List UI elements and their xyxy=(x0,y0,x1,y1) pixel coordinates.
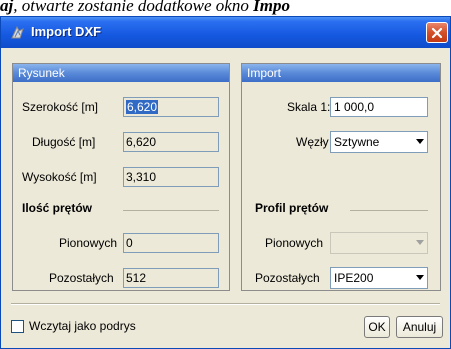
rysunek-panel-header: Rysunek xyxy=(13,64,229,82)
nodes-label: Węzły xyxy=(296,135,329,149)
width-label: Szerokość [m] xyxy=(22,100,99,114)
chevron-down-icon xyxy=(416,139,424,144)
ok-button[interactable]: OK xyxy=(364,316,390,338)
title-bar[interactable]: Import DXF xyxy=(1,17,450,48)
import-panel-header: Import xyxy=(242,64,440,82)
profile-other-label: Pozostałych xyxy=(255,271,320,285)
bars-count-section-rule xyxy=(123,210,219,211)
height-field[interactable]: 3,310 xyxy=(123,167,219,187)
doc-text-part-1: aj xyxy=(0,0,14,15)
profile-section-title: Profil prętów xyxy=(255,201,329,215)
window-title: Import DXF xyxy=(31,24,102,39)
height-label: Wysokość [m] xyxy=(22,170,97,184)
load-as-underlay-label[interactable]: Wczytaj jako podrys xyxy=(29,319,136,333)
close-button[interactable] xyxy=(426,22,448,43)
vertical-bars-field[interactable]: 0 xyxy=(123,233,219,253)
length-label: Długość [m] xyxy=(32,135,96,149)
import-dxf-dialog: Import DXF Rysunek Szerokość [m] 6,620 D… xyxy=(0,16,451,349)
rysunek-panel: Rysunek Szerokość [m] 6,620 Długość [m] … xyxy=(12,63,230,291)
profile-other-select-value: IPE200 xyxy=(334,271,374,285)
cancel-button[interactable]: Anuluj xyxy=(396,316,443,338)
profile-vertical-label: Pionowych xyxy=(265,236,324,250)
chevron-down-icon xyxy=(416,240,424,245)
import-panel: Import Skala 1: 1 000,0 Węzły Sztywne Pr… xyxy=(241,63,441,291)
dxf-app-icon xyxy=(10,25,25,40)
scale-input[interactable]: 1 000,0 xyxy=(330,97,428,117)
profile-vertical-select[interactable] xyxy=(330,232,428,254)
chevron-down-icon xyxy=(416,275,424,280)
doc-text-part-2: , otwarte zostanie dodatkowe okno xyxy=(13,0,254,15)
scale-label: Skala 1: xyxy=(287,100,331,114)
load-as-underlay-checkbox[interactable] xyxy=(11,320,24,333)
bars-count-section-title: Ilość prętów xyxy=(22,201,93,215)
close-icon xyxy=(431,27,443,39)
width-field[interactable]: 6,620 xyxy=(123,97,219,117)
width-value: 6,620 xyxy=(126,100,159,114)
nodes-select[interactable]: Sztywne xyxy=(330,131,428,153)
nodes-select-value: Sztywne xyxy=(334,135,380,149)
footer-separator xyxy=(11,303,440,305)
length-field[interactable]: 6,620 xyxy=(123,132,219,152)
doc-text-part-3: Impo xyxy=(253,0,290,15)
vertical-bars-label: Pionowych xyxy=(59,236,118,250)
profile-section-rule xyxy=(350,210,428,211)
profile-other-select[interactable]: IPE200 xyxy=(330,267,428,289)
other-bars-field[interactable]: 512 xyxy=(123,268,219,288)
other-bars-label: Pozostałych xyxy=(49,271,114,285)
